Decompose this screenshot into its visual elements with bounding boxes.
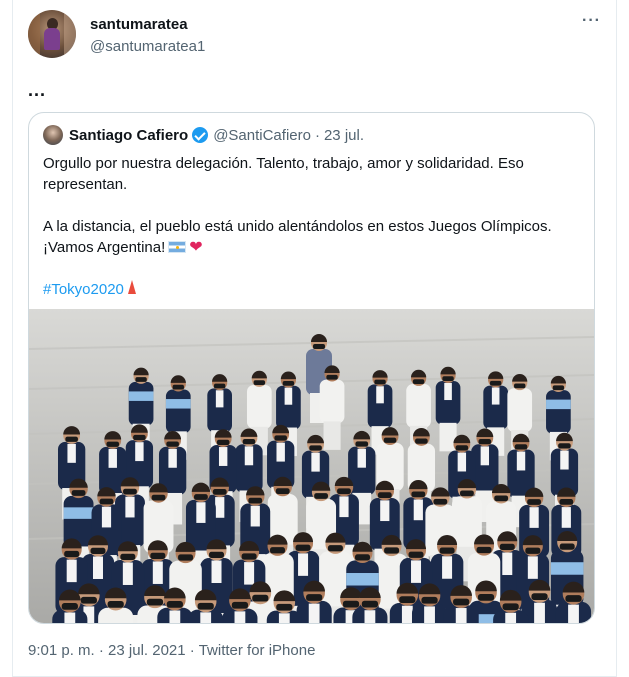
tweet-metadata: 9:01 p. m. · 23 jul. 2021 · Twitter for … <box>28 642 315 659</box>
quoted-tweet-text: Orgullo por nuestra delegación. Talento,… <box>43 153 583 300</box>
quoted-author-handle[interactable]: @SantiCafiero <box>213 127 311 144</box>
verified-badge-icon <box>192 127 209 143</box>
tokyo-tower-icon <box>127 280 136 294</box>
more-horizontal-icon[interactable]: ··· <box>582 12 601 30</box>
quoted-author-name[interactable]: Santiago Cafiero <box>69 127 188 144</box>
quoted-text-paragraph-3: ¡Vamos Argentina! ❤ <box>43 237 583 258</box>
author-avatar[interactable] <box>28 10 76 58</box>
quoted-author-avatar[interactable] <box>43 125 63 145</box>
author-handle[interactable]: @santumaratea1 <box>90 38 205 55</box>
quoted-tweet[interactable]: Santiago Cafiero @SantiCafiero · 23 jul.… <box>28 112 595 624</box>
quoted-tweet-header: Santiago Cafiero @SantiCafiero · 23 jul. <box>43 125 364 145</box>
delegation-photo-illustration <box>29 309 594 623</box>
argentina-flag-icon <box>168 241 187 253</box>
separator-dot: · <box>314 126 320 144</box>
tweet-time[interactable]: 9:01 p. m. <box>28 642 95 659</box>
quoted-tweet-date[interactable]: 23 jul. <box>324 127 364 144</box>
tweet-source[interactable]: Twitter for iPhone <box>199 642 316 659</box>
hashtag-link[interactable]: #Tokyo2020 <box>43 281 124 298</box>
vamos-argentina-text: ¡Vamos Argentina! <box>43 239 166 256</box>
meta-separator-2: · <box>189 642 195 659</box>
meta-separator-1: · <box>98 642 104 659</box>
quoted-text-paragraph-2: A la distancia, el pueblo está unido ale… <box>43 218 552 235</box>
tweet-text: ... <box>28 80 47 100</box>
tweet-date[interactable]: 23 jul. 2021 <box>108 642 186 659</box>
red-heart-icon: ❤ <box>189 239 203 256</box>
author-display-name[interactable]: santumaratea <box>90 16 188 33</box>
tweet-header: santumaratea @santumaratea1 ··· <box>28 10 603 62</box>
quoted-text-paragraph-4: #Tokyo2020 <box>43 279 583 300</box>
quoted-text-paragraph-1: Orgullo por nuestra delegación. Talento,… <box>43 155 524 193</box>
tweet-photo[interactable] <box>29 309 594 623</box>
